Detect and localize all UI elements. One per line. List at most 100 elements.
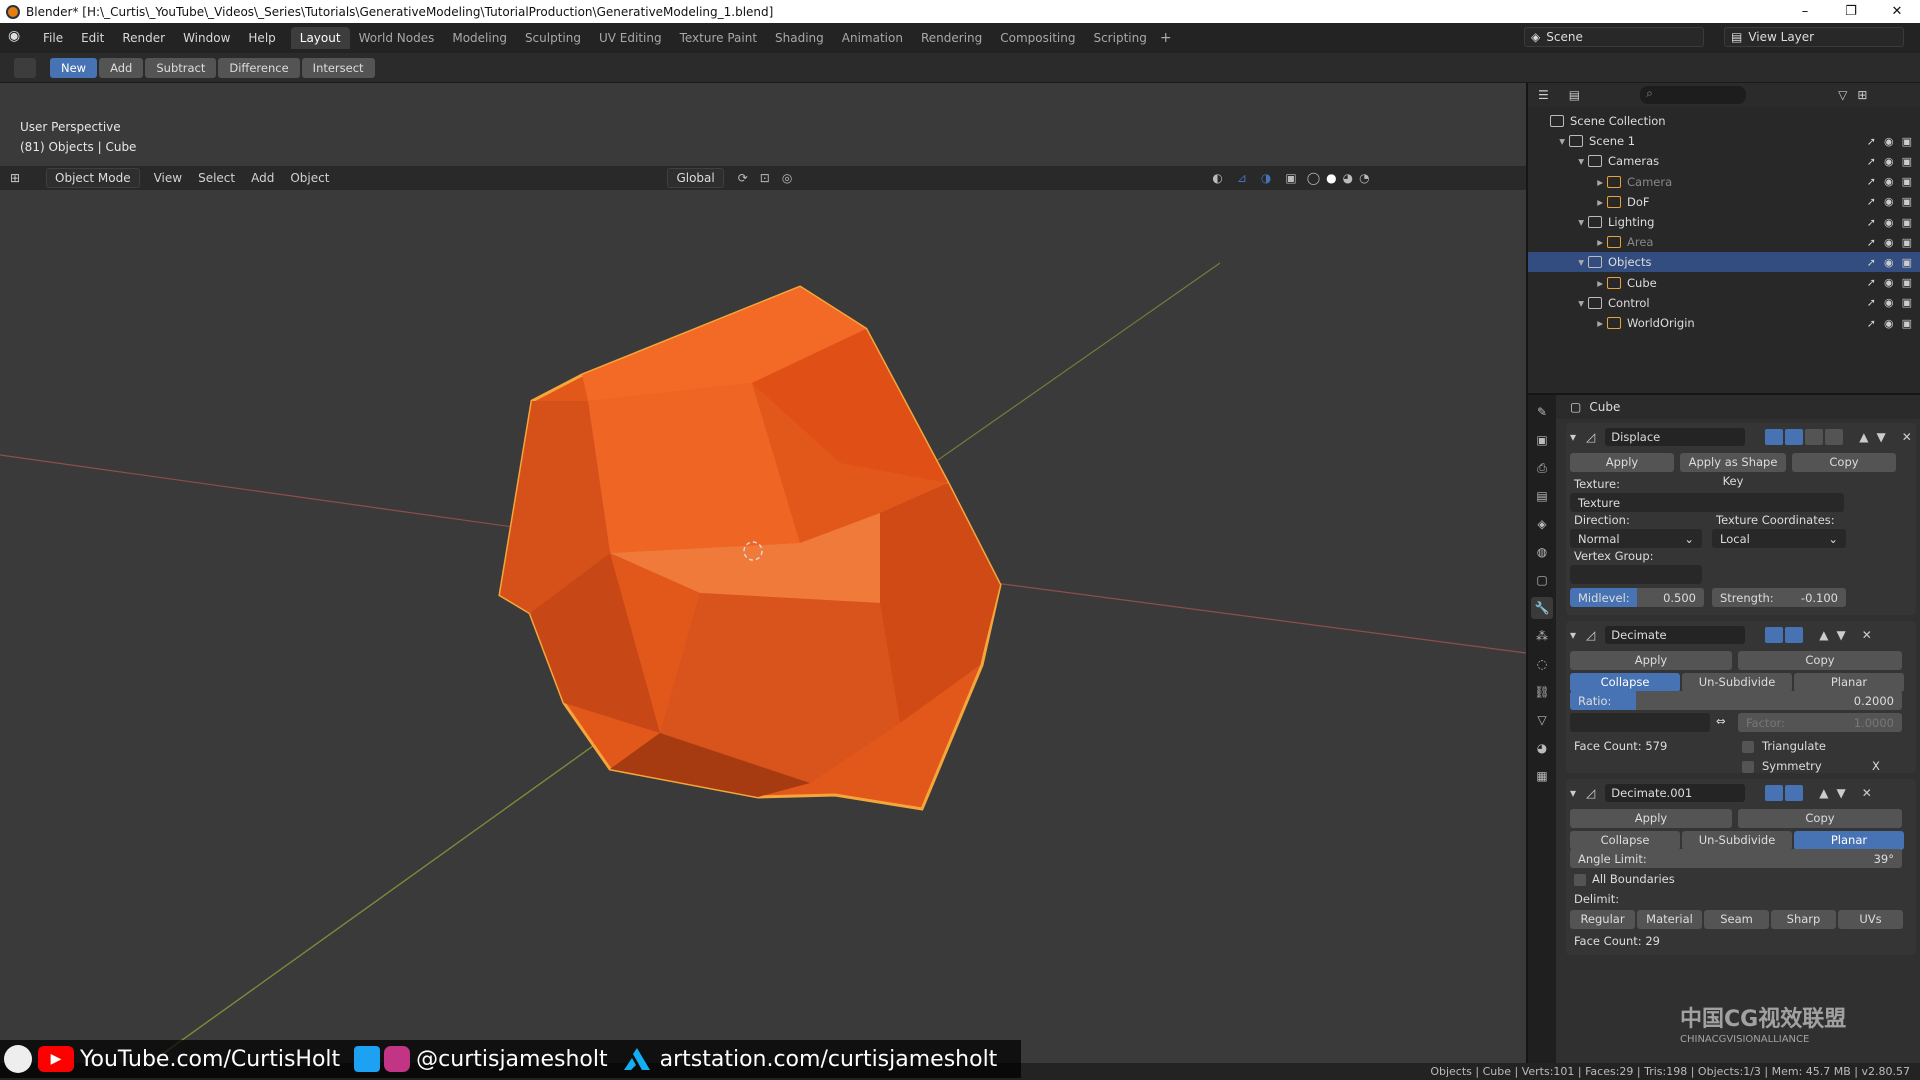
viewport-menu-view[interactable]: View (146, 171, 190, 185)
symmetry-axis-dropdown[interactable]: X (1872, 759, 1880, 773)
outliner-item-objects[interactable]: ▾ Objects ➚ ◉ ▣ (1528, 252, 1920, 273)
outliner-search-input[interactable]: ⌕ (1640, 86, 1747, 104)
eye-icon[interactable]: ◉ (1884, 195, 1894, 208)
camera-icon[interactable]: ▣ (1902, 317, 1912, 330)
view-layer-selector[interactable]: ▤ View Layer (1724, 27, 1904, 47)
angle-limit-field[interactable]: Angle Limit: 39° (1570, 849, 1902, 868)
texture-coordinates-dropdown[interactable]: Local ⌄ (1712, 529, 1846, 548)
social-handle[interactable]: @curtisjameshol​t (354, 1046, 608, 1072)
modifier-name-field[interactable]: Decimate.001 (1605, 784, 1746, 802)
view-layer-tab-icon[interactable]: ▤ (1531, 485, 1553, 507)
material-shading-icon[interactable]: ◕ (1343, 171, 1353, 185)
gizmo-icon[interactable]: ⊿ (1237, 171, 1247, 185)
difference-button[interactable]: Difference (218, 57, 300, 78)
apply-button[interactable]: Apply (1570, 809, 1732, 828)
expand-arrow-icon[interactable]: ▸ (1528, 276, 1607, 290)
outliner-item-cameras[interactable]: ▾ Cameras ➚ ◉ ▣ (1528, 151, 1920, 171)
move-down-icon[interactable]: ▼ (1837, 786, 1846, 800)
select-icon[interactable]: ➚ (1867, 135, 1876, 148)
camera-icon[interactable]: ▣ (1902, 296, 1912, 309)
expand-arrow-icon[interactable]: ▸ (1528, 195, 1607, 209)
mode-collapse[interactable]: Collapse (1570, 831, 1680, 850)
maximize-button[interactable]: ❐ (1828, 0, 1874, 23)
visibility-toggles[interactable]: ➚ ◉ ▣ (1867, 236, 1912, 249)
artstation-link[interactable]: artstation.com/curtisjameshol​t (622, 1046, 997, 1072)
collapse-arrow-icon[interactable]: ▾ (1570, 628, 1576, 642)
editmode-toggle-icon[interactable] (1805, 429, 1824, 445)
intersect-button[interactable]: Intersect (301, 57, 375, 78)
camera-icon[interactable]: ▣ (1902, 135, 1912, 148)
render-tab-icon[interactable]: ▣ (1531, 429, 1553, 451)
expand-arrow-icon[interactable]: ▾ (1528, 215, 1588, 229)
pivot-icon[interactable]: ⟳ (738, 171, 748, 185)
vertex-group-field[interactable] (1570, 713, 1710, 732)
visibility-toggles[interactable]: ➚ ◉ ▣ (1867, 135, 1912, 148)
render-toggle-icon[interactable] (1765, 785, 1784, 801)
visibility-icon[interactable]: ◐ (1212, 171, 1222, 185)
viewport-menu-add[interactable]: Add (243, 171, 282, 185)
tab-modeling[interactable]: Modeling (443, 27, 516, 49)
visibility-toggles[interactable]: ➚ ◉ ▣ (1867, 216, 1912, 229)
select-icon[interactable]: ➚ (1867, 296, 1876, 309)
tab-scripting[interactable]: Scripting (1084, 27, 1155, 49)
tab-shading[interactable]: Shading (766, 27, 833, 49)
outliner-type-icon[interactable]: ☰ (1538, 88, 1549, 102)
subtract-button[interactable]: Subtract (145, 57, 217, 78)
eye-icon[interactable]: ◉ (1884, 256, 1894, 269)
3d-viewport[interactable]: ⊞ Object Mode View Select Add Object Global… (0, 83, 1526, 1063)
visibility-toggles[interactable]: ➚ ◉ ▣ (1867, 317, 1912, 330)
proportional-edit-icon[interactable]: ◎ (782, 171, 792, 185)
select-icon[interactable]: ➚ (1867, 175, 1876, 188)
select-tool-icon[interactable] (14, 58, 36, 78)
close-button[interactable]: ✕ (1874, 0, 1920, 23)
eye-icon[interactable]: ◉ (1884, 276, 1894, 289)
outliner-item-area[interactable]: ▸ Area ➚ ◉ ▣ (1528, 232, 1920, 252)
camera-icon[interactable]: ▣ (1902, 256, 1912, 269)
collapse-arrow-icon[interactable]: ▾ (1570, 786, 1576, 800)
invert-vertex-group-icon[interactable]: ⇔ (1716, 714, 1726, 728)
output-tab-icon[interactable]: ⎙ (1531, 457, 1553, 479)
new-collection-icon[interactable]: ⊞ (1857, 88, 1867, 102)
expand-arrow-icon[interactable]: ▾ (1528, 134, 1569, 148)
outliner-item-scene-1[interactable]: ▾ Scene 1 ➚ ◉ ▣ (1528, 131, 1920, 151)
scene-tab-icon[interactable]: ◈ (1531, 513, 1553, 535)
mode-un-subdivide[interactable]: Un-Subdivide (1682, 831, 1792, 850)
data-tab-icon[interactable]: ▽ (1531, 709, 1553, 731)
object-tab-icon[interactable]: ▢ (1531, 569, 1553, 591)
mode-planar[interactable]: Planar (1794, 673, 1904, 692)
world-tab-icon[interactable]: ◍ (1531, 541, 1553, 563)
select-icon[interactable]: ➚ (1867, 195, 1876, 208)
delimit-material[interactable]: Material (1637, 910, 1702, 929)
tab-texture-paint[interactable]: Texture Paint (671, 27, 766, 49)
eye-icon[interactable]: ◉ (1884, 175, 1894, 188)
camera-icon[interactable]: ▣ (1902, 175, 1912, 188)
youtube-link[interactable]: ▶ YouTube.com/CurtisHolt (4, 1045, 340, 1073)
wireframe-shading-icon[interactable]: ◯ (1307, 171, 1320, 185)
modifier-name-field[interactable]: Displace (1605, 428, 1746, 446)
outliner-item-control[interactable]: ▾ Control ➚ ◉ ▣ (1528, 293, 1920, 313)
apply-button[interactable]: Apply (1570, 651, 1732, 670)
expand-arrow-icon[interactable]: ▾ (1528, 154, 1588, 168)
camera-icon[interactable]: ▣ (1902, 236, 1912, 249)
scene-selector[interactable]: ◈ Scene (1524, 27, 1704, 47)
delimit-regular[interactable]: Regular (1570, 910, 1635, 929)
tab-animation[interactable]: Animation (833, 27, 912, 49)
outliner-item-scene-collection[interactable]: Scene Collection (1528, 111, 1920, 131)
copy-button[interactable]: Copy (1738, 651, 1902, 670)
eye-icon[interactable]: ◉ (1884, 296, 1894, 309)
move-up-icon[interactable]: ▲ (1819, 628, 1828, 642)
remove-modifier-icon[interactable]: ✕ (1862, 786, 1872, 800)
constraints-tab-icon[interactable]: ⛓ (1531, 681, 1553, 703)
apply-as-shape-key-button[interactable]: Apply as Shape Key (1680, 453, 1786, 488)
minimize-button[interactable]: – (1782, 0, 1828, 23)
rendered-shading-icon[interactable]: ◔ (1359, 171, 1369, 185)
camera-icon[interactable]: ▣ (1902, 155, 1912, 168)
delimit-seam[interactable]: Seam (1704, 910, 1769, 929)
modifier-name-field[interactable]: Decimate (1605, 626, 1746, 644)
modifier-tab-icon[interactable]: 🔧 (1531, 597, 1553, 619)
add-workspace-button[interactable]: + (1160, 30, 1172, 46)
visibility-toggles[interactable]: ➚ ◉ ▣ (1867, 276, 1912, 289)
visibility-toggles[interactable]: ➚ ◉ ▣ (1867, 256, 1912, 269)
viewport-menu-object[interactable]: Object (282, 171, 337, 185)
copy-button[interactable]: Copy (1792, 453, 1896, 472)
